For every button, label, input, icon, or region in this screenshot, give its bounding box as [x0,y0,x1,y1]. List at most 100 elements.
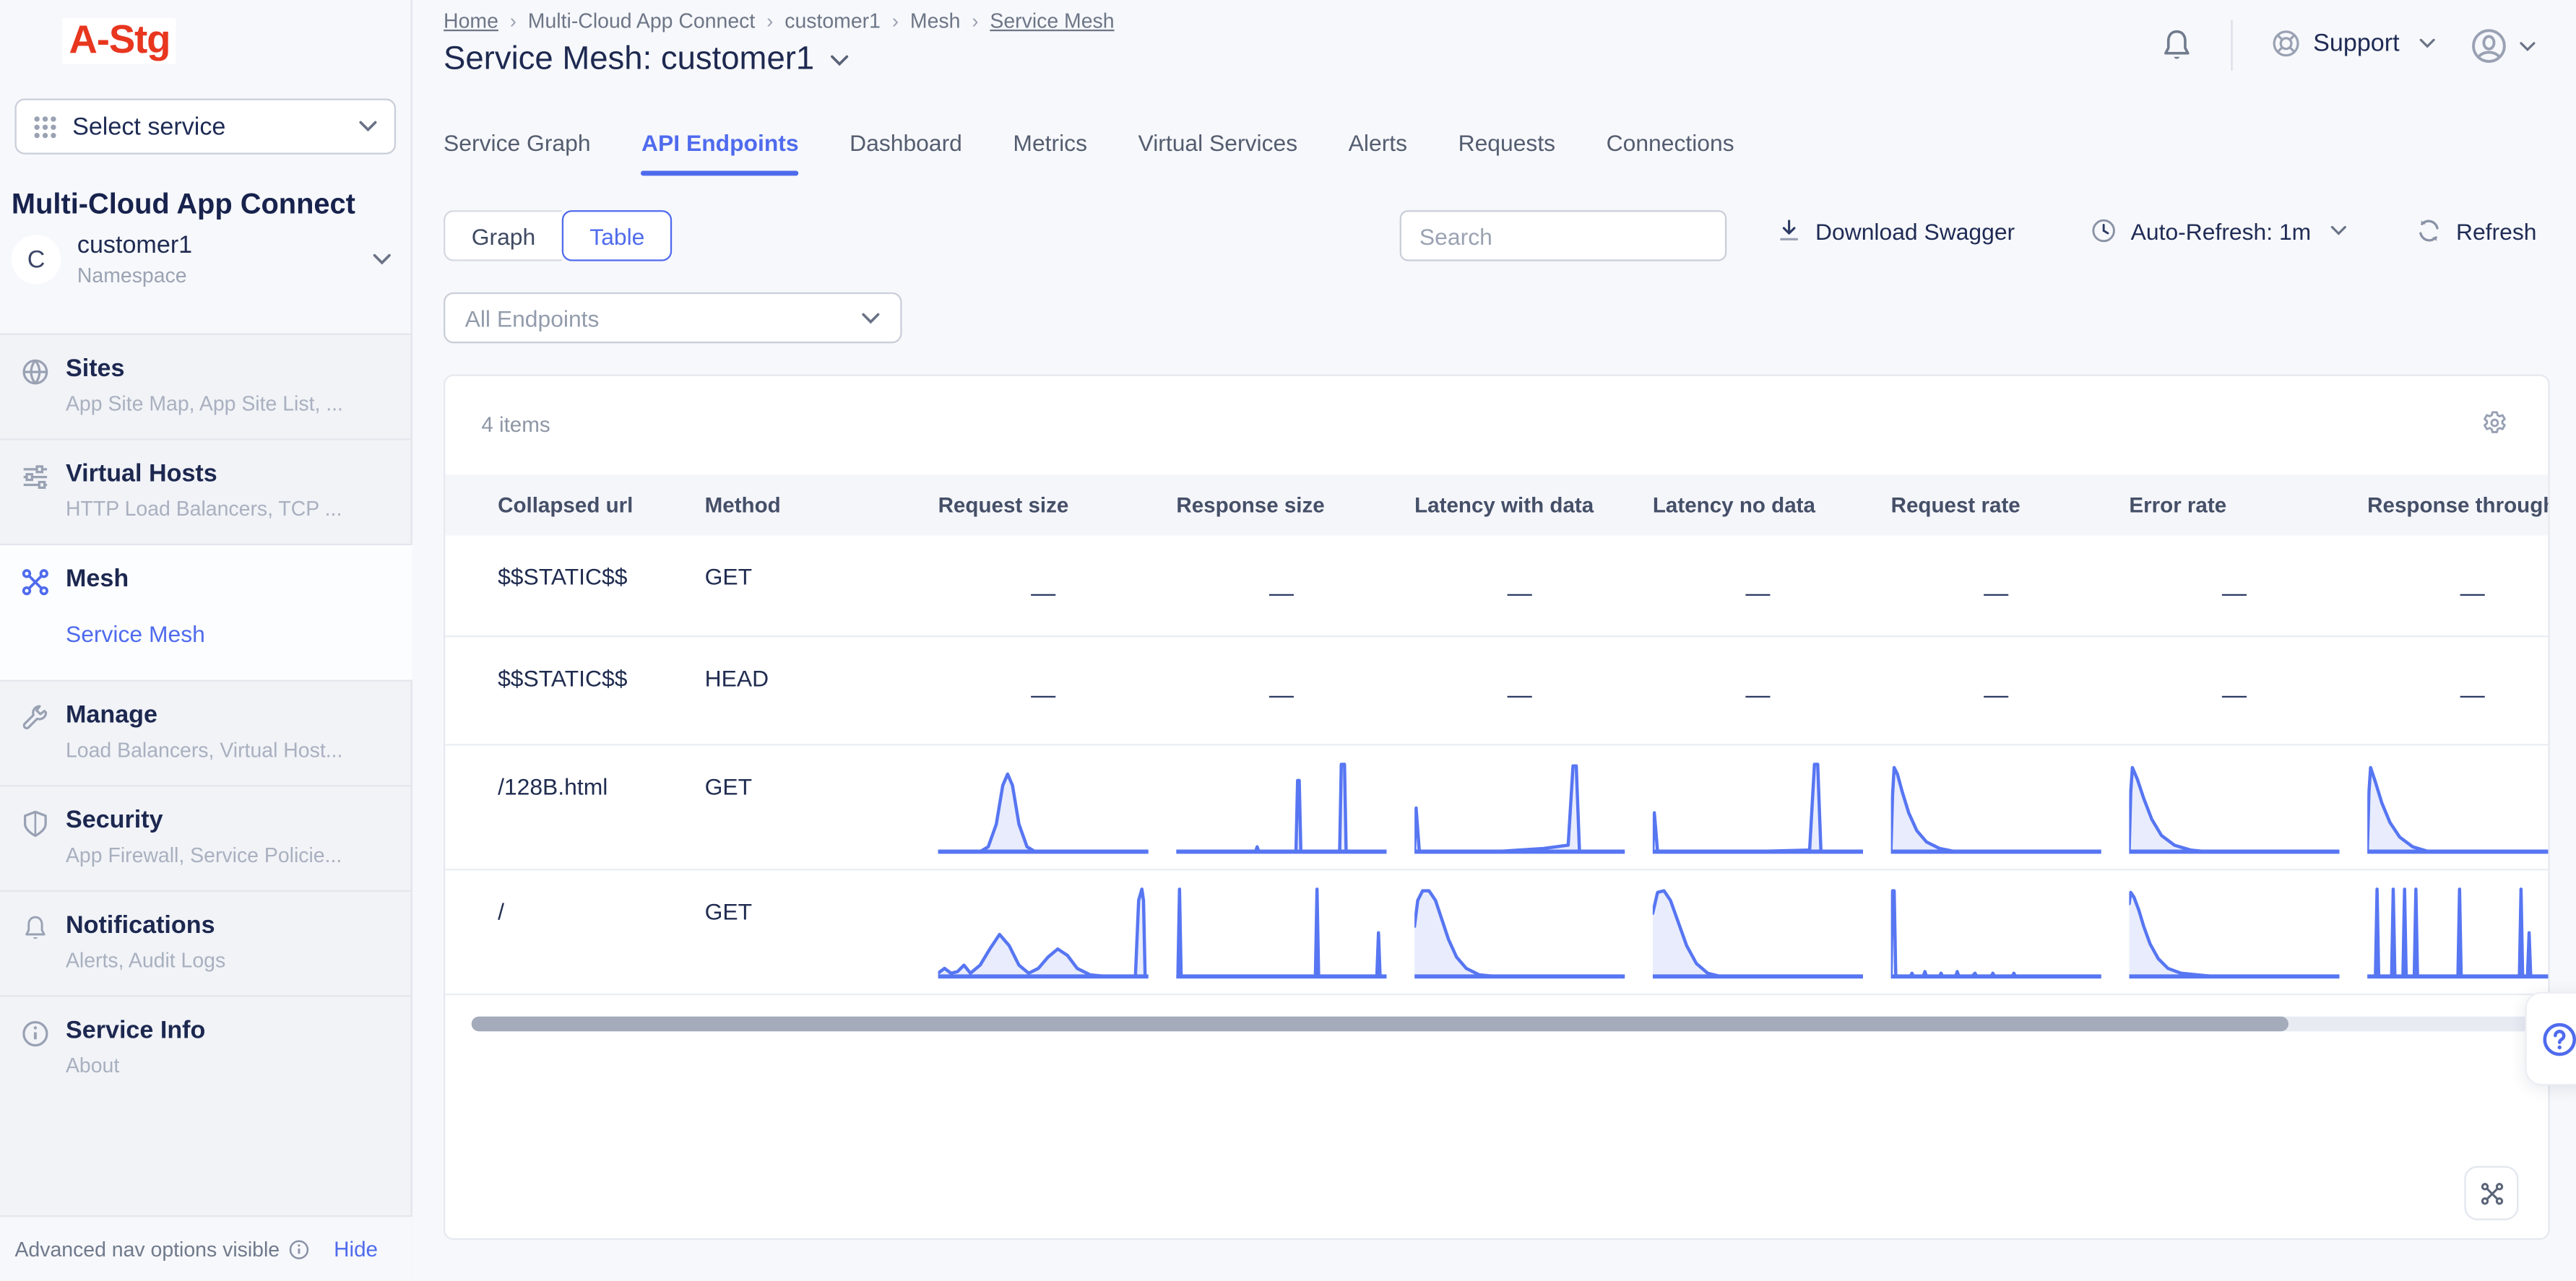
cell-response-size: — [1176,535,1414,635]
sidebar-item-subtitle: Alerts, Audit Logs [66,950,394,973]
sidebar-sublink-service-mesh[interactable]: Service Mesh [66,621,399,647]
sidebar-item-service-info[interactable]: Service InfoAbout [0,995,412,1100]
cell-response-size [1176,746,1414,869]
sidebar-nav: SitesApp Site Map, App Site List, ...Vir… [0,334,412,1100]
graph-view-button[interactable]: Graph [444,210,562,261]
account-menu[interactable] [2468,25,2537,67]
advanced-nav-label: Advanced nav options visible [14,1238,280,1261]
chevron-down-icon[interactable] [829,53,849,66]
download-swagger-button[interactable]: Download Swagger [1776,217,2015,245]
tab-dashboard[interactable]: Dashboard [850,130,962,173]
cell-response-throughput: — [2367,637,2549,744]
empty-value: — [1414,637,1625,709]
table-row[interactable]: /128B.htmlGET [445,746,2549,871]
sidebar-item-title: Service Info [66,1017,399,1045]
empty-value: — [2129,535,2339,607]
endpoint-filter-dropdown[interactable]: All Endpoints [444,292,902,344]
cell-latency-no-data: — [1653,535,1891,635]
table-view-button[interactable]: Table [562,210,673,261]
breadcrumb-item[interactable]: Multi-Cloud App Connect [528,10,755,33]
tab-api-endpoints[interactable]: API Endpoints [641,130,799,173]
select-service-dropdown[interactable]: Select service [14,98,396,154]
sidebar-item-mesh[interactable]: MeshService Mesh [0,544,412,680]
cell-request-rate: — [1891,535,2130,635]
sidebar-item-title: Security [66,807,399,835]
wrench-icon [20,703,51,734]
sparkline-error-rate [2129,746,2339,861]
product-title: Multi-Cloud App Connect [12,187,355,222]
column-header-response-size[interactable]: Response size [1176,492,1414,517]
tab-alerts[interactable]: Alerts [1349,130,1407,173]
namespace-selector[interactable]: C customer1 Namespace [12,232,402,287]
cell-latency-with-data: — [1414,535,1653,635]
sidebar-item-subtitle: HTTP Load Balancers, TCP ... [66,498,394,521]
cell-method: GET [705,535,938,635]
search-input[interactable] [1400,210,1727,261]
sidebar-item-manage[interactable]: ManageLoad Balancers, Virtual Host... [0,680,412,786]
sidebar-item-notifications[interactable]: Notifications Alerts, Audit Logs [0,890,412,996]
info-icon [20,1018,51,1049]
brand-logo[interactable]: A-Stg [62,18,176,64]
sidebar-item-security[interactable]: SecurityApp Firewall, Service Policie... [0,785,412,890]
cell-request-rate [1891,870,2130,994]
sparkline-latency-no-data [1653,746,1863,861]
mesh-fullscreen-button[interactable] [2464,1166,2518,1220]
column-header-collapsed-url[interactable]: Collapsed url [498,492,705,517]
table-row[interactable]: $$STATIC$$GET——————— [445,535,2549,637]
page-title: Service Mesh: customer1 [444,41,814,79]
column-header-latency-with-data[interactable]: Latency with data [1414,492,1653,517]
mesh-icon [2478,1180,2504,1206]
column-header-response-throughput[interactable]: Response throughput [2367,492,2549,517]
tab-service-graph[interactable]: Service Graph [444,130,591,173]
scrollbar-thumb[interactable] [472,1017,2288,1031]
tab-connections[interactable]: Connections [1607,130,1734,173]
empty-value: — [1176,637,1386,709]
namespace-label: Namespace [77,264,192,287]
sparkline-chart [1653,759,1863,861]
hide-nav-link[interactable]: Hide [334,1236,378,1261]
table-row[interactable]: /GET [445,870,2549,995]
empty-value: — [1653,535,1863,607]
cell-request-rate [1891,746,2130,869]
tab-bar: Service Graph API Endpoints Dashboard Metri… [444,130,1734,173]
support-menu[interactable]: Support [2270,28,2436,59]
table-row[interactable]: $$STATIC$$HEAD——————— [445,637,2549,745]
sparkline-chart [2367,759,2549,861]
tab-metrics[interactable]: Metrics [1013,130,1087,173]
refresh-button[interactable]: Refresh [2415,217,2536,245]
cell-request-size [938,870,1177,994]
gear-icon[interactable] [2481,409,2509,437]
globe-icon [20,357,51,388]
sidebar-item-title: Sites [66,355,399,383]
breadcrumb-item[interactable]: Home [444,10,498,33]
sidebar-item-title: Notifications [66,911,399,939]
chevron-down-icon [358,120,378,133]
column-header-request-rate[interactable]: Request rate [1891,492,2130,517]
notifications-bell-icon[interactable] [2158,26,2195,66]
auto-refresh-dropdown[interactable]: Auto-Refresh: 1m [2090,217,2347,245]
cell-request-rate: — [1891,637,2130,744]
column-header-method[interactable]: Method [705,492,938,517]
breadcrumb-item[interactable]: Mesh [910,10,961,33]
breadcrumb-item[interactable]: customer1 [785,10,881,33]
mesh-icon [20,567,51,598]
column-header-latency-no-data[interactable]: Latency no data [1653,492,1891,517]
page-title-row: Service Mesh: customer1 [444,41,849,79]
sidebar-item-virtual-hosts[interactable]: Virtual HostsHTTP Load Balancers, TCP ..… [0,438,412,544]
horizontal-scrollbar[interactable] [472,1017,2532,1031]
grid-dots-icon [33,114,57,139]
sidebar-footer: Advanced nav options visible Hide [0,1215,412,1281]
tab-virtual-services[interactable]: Virtual Services [1138,130,1298,173]
tab-requests[interactable]: Requests [1458,130,1556,173]
chevron-down-icon [2329,225,2347,237]
cell-error-rate [2129,870,2367,994]
empty-value: — [1653,637,1863,709]
help-button[interactable] [2525,992,2576,1086]
sparkline-chart [1176,884,1386,986]
column-header-request-size[interactable]: Request size [938,492,1177,517]
breadcrumb-item[interactable]: Service Mesh [990,10,1114,33]
empty-value: — [2367,535,2549,607]
column-header-error-rate[interactable]: Error rate [2129,492,2367,517]
cell-request-size [938,746,1177,869]
sidebar-item-sites[interactable]: SitesApp Site Map, App Site List, ... [0,334,412,439]
